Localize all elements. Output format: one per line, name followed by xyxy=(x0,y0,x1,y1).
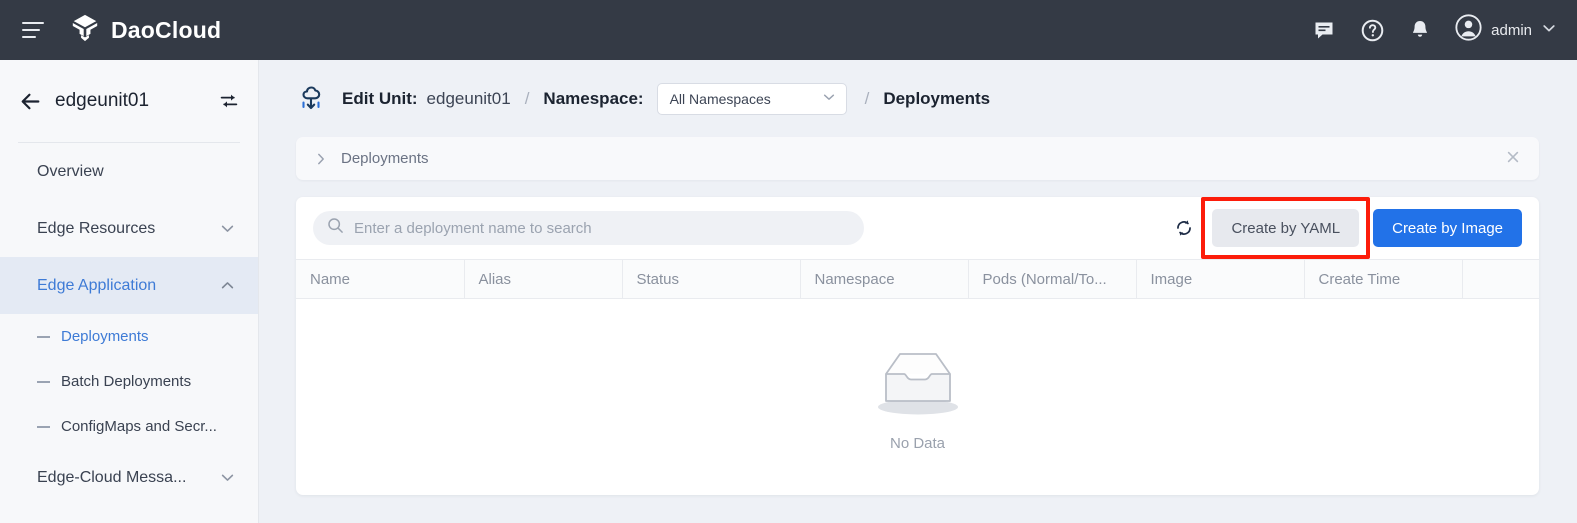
message-icon[interactable] xyxy=(1311,17,1337,43)
main-content: Edit Unit: edgeunit01 / Namespace: All N… xyxy=(259,60,1577,523)
table-header: Name Alias Status Namespace Pods (Normal… xyxy=(296,260,1539,299)
column-header-actions xyxy=(1462,260,1539,299)
sidebar-header: edgeunit01 xyxy=(0,60,258,142)
hamburger-menu-icon[interactable] xyxy=(22,22,44,38)
sidebar-item-edge-cloud-messaging[interactable]: Edge-Cloud Messa... xyxy=(0,449,258,506)
sidebar-item-label: Batch Deployments xyxy=(61,373,191,390)
namespace-select-value: All Namespaces xyxy=(670,91,771,107)
edge-unit-cloud-icon xyxy=(294,82,328,116)
top-navigation-bar: DaoCloud xyxy=(0,0,1577,60)
breadcrumb: Edit Unit: edgeunit01 / Namespace: All N… xyxy=(259,60,1577,137)
namespace-select[interactable]: All Namespaces xyxy=(657,83,847,115)
empty-inbox-icon xyxy=(868,341,968,424)
user-menu[interactable]: admin xyxy=(1455,14,1557,46)
daocloud-cube-logo-icon xyxy=(70,13,100,48)
brand-logo[interactable]: DaoCloud xyxy=(70,13,221,48)
column-header-name[interactable]: Name xyxy=(296,260,464,299)
breadcrumb-edit-unit-label: Edit Unit: xyxy=(342,89,418,109)
search-icon xyxy=(327,217,344,239)
table-header-row: Name Alias Status Namespace Pods (Normal… xyxy=(296,260,1539,299)
breadcrumb-unit-name: edgeunit01 xyxy=(427,89,511,109)
create-by-image-button[interactable]: Create by Image xyxy=(1373,209,1522,247)
empty-state: No Data xyxy=(296,299,1539,494)
sidebar-item-batch-deployments[interactable]: Batch Deployments xyxy=(0,359,258,404)
arrow-left-icon[interactable] xyxy=(18,89,43,114)
search-box[interactable] xyxy=(313,211,864,245)
search-input[interactable] xyxy=(354,220,850,237)
empty-state-label: No Data xyxy=(890,435,945,452)
column-header-status[interactable]: Status xyxy=(622,260,800,299)
avatar xyxy=(1455,14,1482,46)
column-header-pods[interactable]: Pods (Normal/To... xyxy=(968,260,1136,299)
switch-unit-icon[interactable] xyxy=(218,90,240,112)
toolbar-actions: Create by YAML Create by Image xyxy=(1170,209,1522,247)
sidebar-item-label: Edge Application xyxy=(37,277,219,295)
breadcrumb-separator: / xyxy=(865,89,870,109)
sidebar-unit-title: edgeunit01 xyxy=(55,90,206,112)
deployments-toolbar: Create by YAML Create by Image xyxy=(296,197,1539,259)
column-header-create-time[interactable]: Create Time xyxy=(1304,260,1462,299)
sidebar-item-edge-resources[interactable]: Edge Resources xyxy=(0,200,258,257)
create-by-yaml-wrapper: Create by YAML xyxy=(1212,209,1359,247)
breadcrumb-current-page: Deployments xyxy=(883,89,990,109)
sidebar-item-configmaps-and-secrets[interactable]: ConfigMaps and Secr... xyxy=(0,404,258,449)
chevron-down-icon[interactable] xyxy=(1541,20,1557,41)
chevron-down-icon[interactable] xyxy=(219,220,236,237)
sidebar-item-label: Deployments xyxy=(61,328,149,345)
sidebar-item-deployments[interactable]: Deployments xyxy=(0,314,258,359)
column-header-image[interactable]: Image xyxy=(1136,260,1304,299)
brand-name: DaoCloud xyxy=(111,17,221,44)
chevron-down-icon[interactable] xyxy=(219,469,236,486)
deployments-table: Name Alias Status Namespace Pods (Normal… xyxy=(296,259,1539,299)
info-panel-title: Deployments xyxy=(341,150,1505,167)
chevron-down-icon[interactable] xyxy=(821,89,837,108)
create-by-yaml-button[interactable]: Create by YAML xyxy=(1212,209,1359,247)
help-icon[interactable] xyxy=(1359,17,1385,43)
sidebar-item-edge-application[interactable]: Edge Application xyxy=(0,257,258,314)
close-icon[interactable] xyxy=(1505,149,1521,168)
breadcrumb-separator: / xyxy=(525,89,530,109)
sidebar-item-label: Edge Resources xyxy=(37,220,219,238)
breadcrumb-namespace-label: Namespace: xyxy=(543,89,643,109)
dash-bullet-icon xyxy=(37,381,50,383)
app-root: DaoCloud xyxy=(0,0,1577,523)
column-header-alias[interactable]: Alias xyxy=(464,260,622,299)
deployments-info-panel: Deployments xyxy=(296,137,1539,180)
sidebar-item-label: ConfigMaps and Secr... xyxy=(61,418,217,435)
user-name: admin xyxy=(1491,22,1532,39)
sidebar-item-label: Edge-Cloud Messa... xyxy=(37,469,219,487)
sidebar: edgeunit01 Overview Edge Resources xyxy=(0,60,259,523)
deployments-card: Create by YAML Create by Image Name Alia… xyxy=(296,197,1539,495)
notification-bell-icon[interactable] xyxy=(1407,17,1433,43)
dash-bullet-icon xyxy=(37,336,50,338)
refresh-icon[interactable] xyxy=(1170,214,1198,242)
sidebar-item-label: Overview xyxy=(37,163,236,181)
topbar-actions: admin xyxy=(1311,14,1577,46)
column-header-namespace[interactable]: Namespace xyxy=(800,260,968,299)
dash-bullet-icon xyxy=(37,426,50,428)
sidebar-item-overview[interactable]: Overview xyxy=(0,143,258,200)
chevron-up-icon[interactable] xyxy=(219,277,236,294)
chevron-right-icon[interactable] xyxy=(313,151,329,167)
